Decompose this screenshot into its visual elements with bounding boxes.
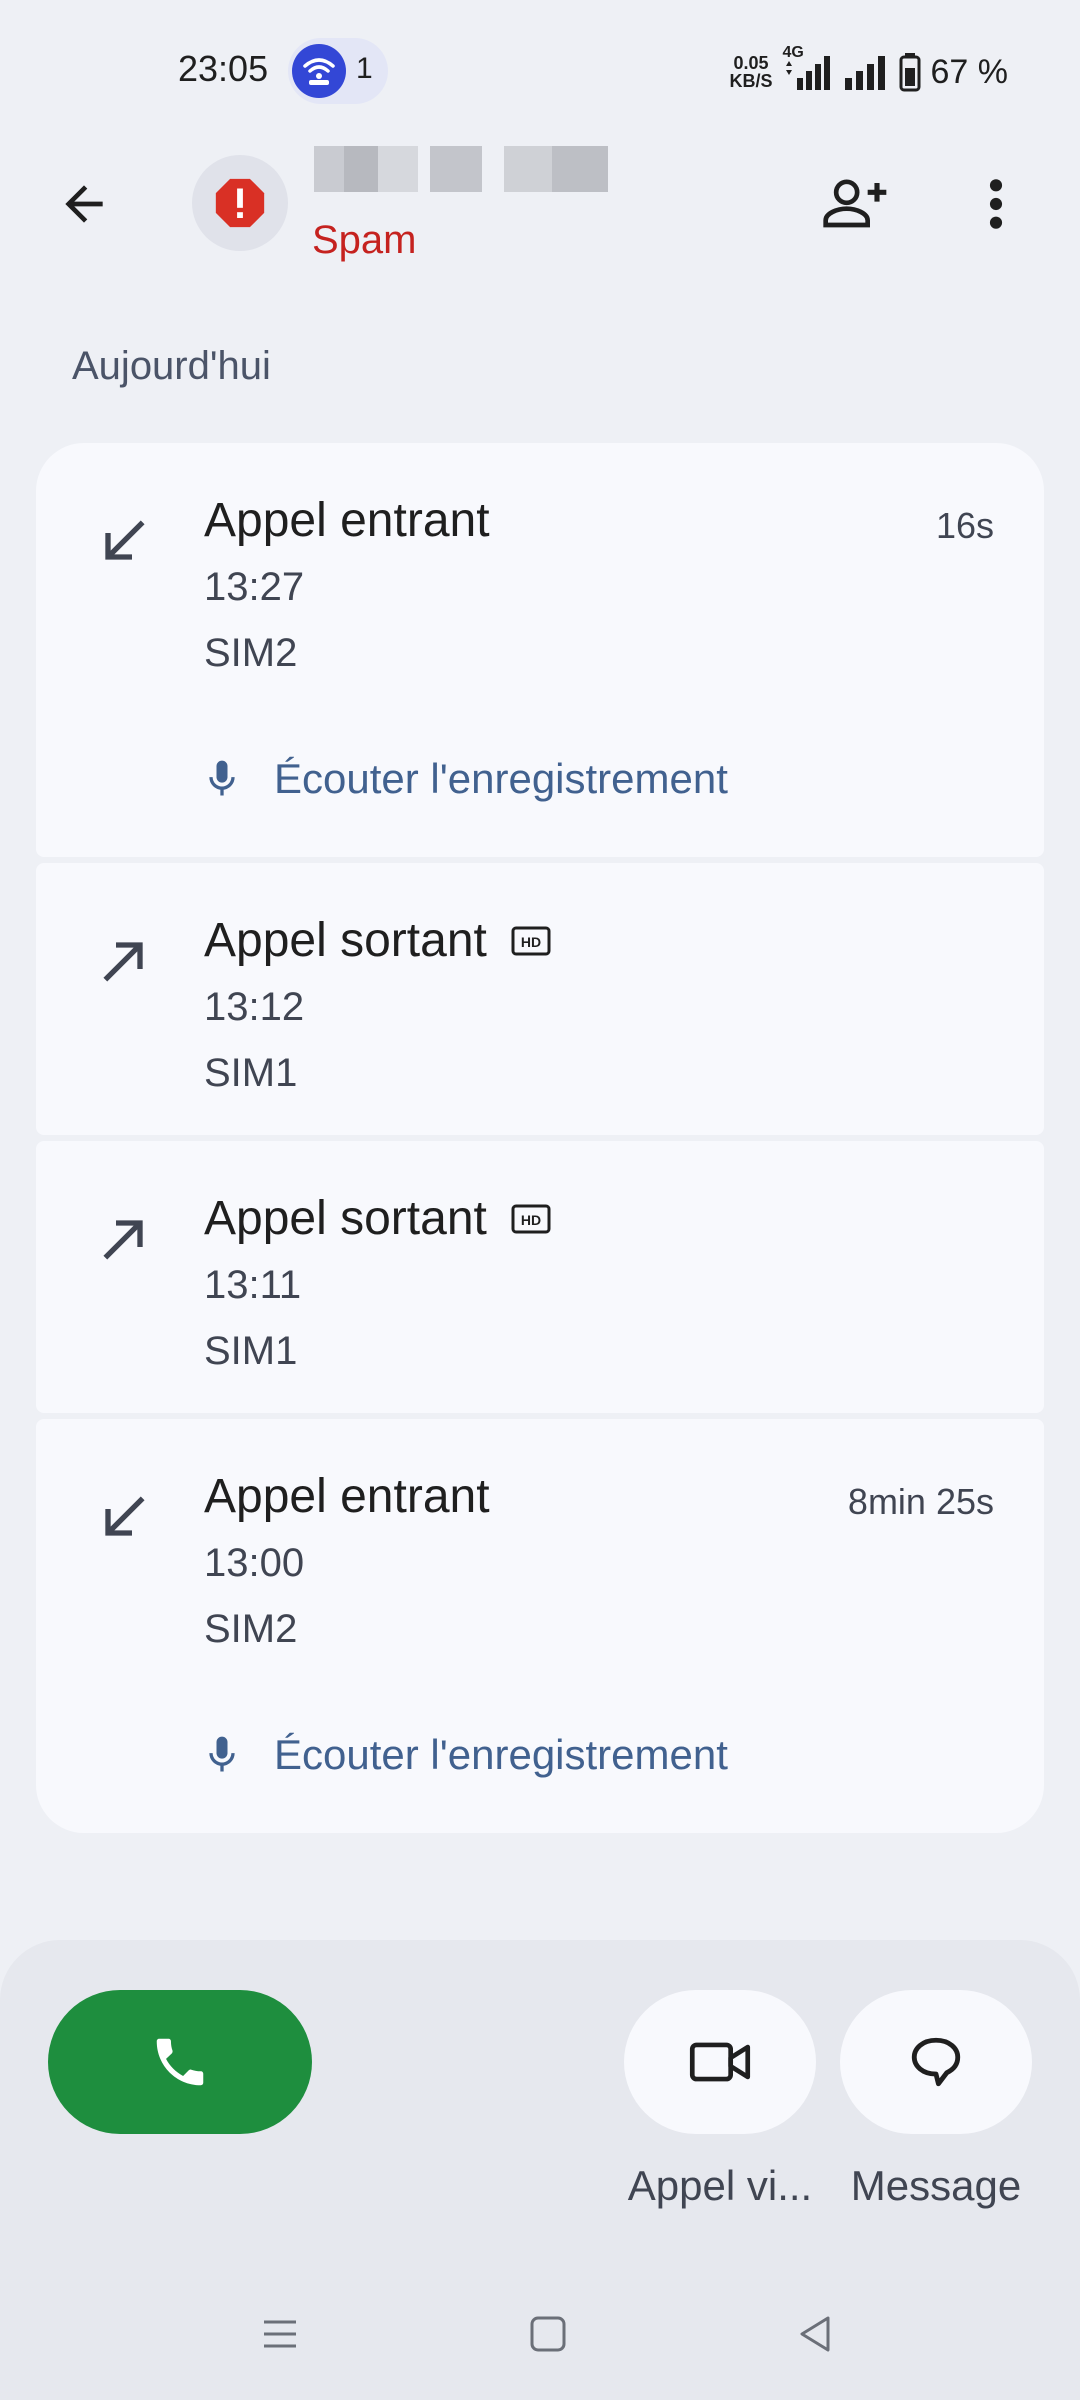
outgoing-call-arrow-icon [103,942,143,982]
caller-name-redacted [314,146,608,192]
message-bubble-icon [911,2037,961,2087]
video-call-label: Appel vi... [627,2162,813,2209]
section-title: Aujourd'hui [72,344,271,388]
person-add-icon [823,179,887,228]
add-contact-button[interactable] [820,168,892,240]
call-type: Appel sortant HD [204,913,551,968]
call-time: 13:00 [204,1541,305,1585]
speed-value: 0.05 [733,53,769,73]
videocam-icon [689,2042,751,2082]
nav-back-button[interactable] [786,2304,846,2364]
status-bar: 23:05 1 0.05 KB/S 4G 67 % [0,0,1080,140]
listen-recording-label: Écouter l'enregistrement [274,755,728,802]
call-type: Appel entrant [204,493,490,548]
call-history-list: Appel entrant 13:27 SIM2 16s Écouter l'e… [36,443,1044,1839]
status-time: 23:05 [178,48,269,89]
microphone-icon [209,760,235,796]
svg-text:HD: HD [521,1212,541,1228]
call-sim: SIM2 [204,631,298,675]
nav-home-button[interactable] [518,2304,578,2364]
more-vert-icon [989,179,1003,229]
signal-4g-icon: 4G [783,44,833,92]
listen-recording-label: Écouter l'enregistrement [274,1731,728,1778]
call-sim: SIM2 [204,1607,298,1651]
call-entry[interactable]: Appel sortant HD 13:11 SIM1 [36,1141,1044,1413]
call-type-label: Appel sortant [204,1192,487,1245]
call-entry[interactable]: Appel entrant 13:27 SIM2 16s Écouter l'e… [36,443,1044,857]
call-type-label: Appel entrant [204,1470,490,1523]
message-button[interactable] [840,1990,1032,2134]
nav-recents-button[interactable] [250,2304,310,2364]
hd-voice-icon: HD [511,926,551,956]
speed-unit: KB/S [729,71,773,91]
call-time: 13:11 [204,1263,302,1307]
hotspot-pill[interactable]: 1 [288,38,388,104]
hotspot-count: 1 [356,52,373,85]
incoming-call-arrow-icon [105,520,145,560]
home-square-icon [530,2316,566,2352]
call-duration: 8min 25s [847,1481,994,1522]
battery-percent: 67 % [930,52,1009,91]
video-call-button[interactable] [624,1990,816,2134]
call-sim: SIM1 [204,1329,298,1373]
network-speed: 0.05 KB/S [729,54,772,90]
spam-label: Spam [312,218,417,262]
more-options-button[interactable] [960,168,1032,240]
listen-recording-button[interactable]: Écouter l'enregistrement [204,1731,728,1779]
battery-icon [899,53,920,92]
signal-icon [844,56,885,90]
call-type: Appel sortant HD [204,1191,551,1246]
message-label: Message [850,2162,1022,2209]
avatar [192,155,288,251]
microphone-icon [209,1736,235,1772]
hd-voice-icon: HD [511,1204,551,1234]
outgoing-call-arrow-icon [103,1220,143,1260]
incoming-call-arrow-icon [105,1496,145,1536]
system-nav-bar [0,2270,1080,2400]
spam-warning-icon [215,178,265,228]
call-type-label: Appel sortant [204,914,487,967]
phone-icon [156,2038,204,2086]
app-header: Spam [0,140,1080,320]
call-sim: SIM1 [204,1051,298,1095]
arrow-back-icon [65,185,103,223]
back-triangle-icon [800,2316,830,2352]
back-button[interactable] [48,168,120,240]
call-time: 13:27 [204,565,305,609]
call-entry[interactable]: Appel sortant HD 13:12 SIM1 [36,863,1044,1135]
call-button[interactable] [48,1990,312,2134]
call-type: Appel entrant [204,1469,490,1524]
listen-recording-button[interactable]: Écouter l'enregistrement [204,755,728,803]
svg-text:HD: HD [521,934,541,950]
status-icons: 0.05 KB/S 4G 67 % [729,44,1009,96]
call-time: 13:12 [204,985,305,1029]
call-duration: 16s [935,505,994,546]
call-type-label: Appel entrant [204,494,490,547]
hotspot-icon [292,44,346,98]
menu-lines-icon [264,2320,296,2348]
call-entry[interactable]: Appel entrant 13:00 SIM2 8min 25s Écoute… [36,1419,1044,1833]
